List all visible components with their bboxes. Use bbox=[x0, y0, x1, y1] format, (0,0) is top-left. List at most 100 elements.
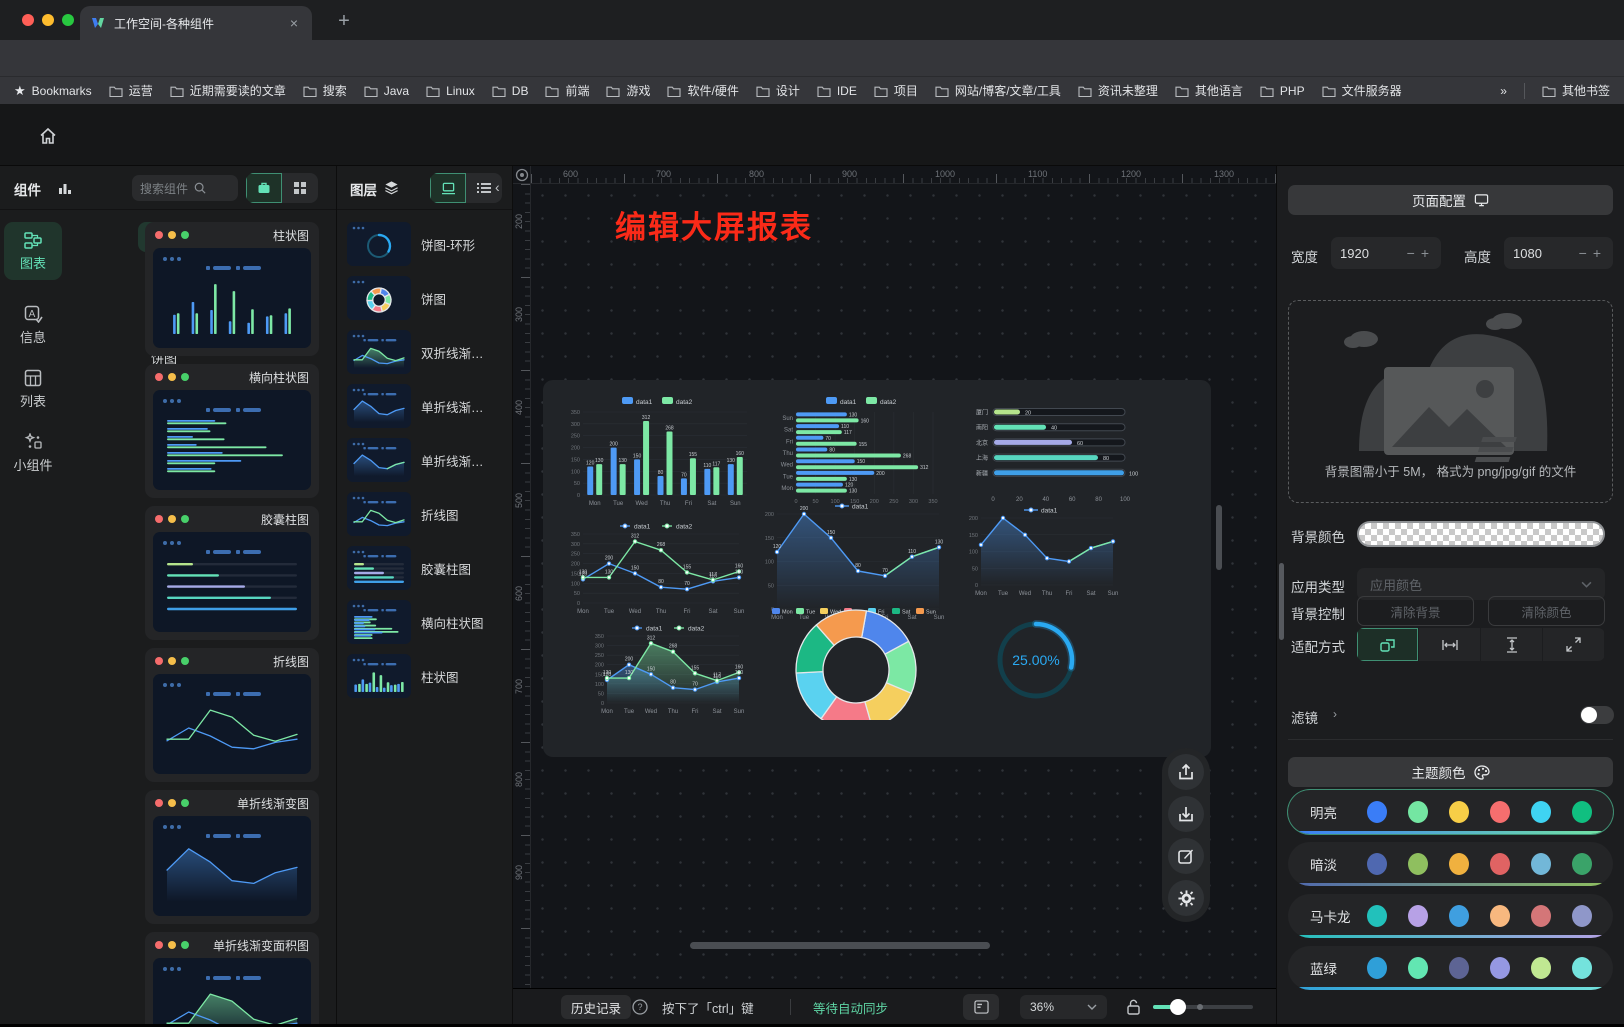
layer-item[interactable]: 单折线渐… bbox=[347, 438, 505, 482]
width-minus-button[interactable]: − bbox=[1404, 245, 1418, 261]
bookmark-folder[interactable]: Java bbox=[364, 82, 409, 99]
editor-canvas[interactable]: 编辑大屏报表 050100150200250300350Mon120130Tue… bbox=[513, 166, 1276, 1024]
page-config-button[interactable]: 页面配置 bbox=[1288, 185, 1613, 215]
chart-capsule[interactable]: 厦门20南阳40北京60上海80新疆100020406080100 bbox=[963, 398, 1141, 504]
bookmark-folder[interactable]: 资讯未整理 bbox=[1078, 82, 1158, 99]
height-plus-button[interactable]: + bbox=[1590, 245, 1604, 261]
bookmarks-root[interactable]: ★ Bookmarks bbox=[14, 83, 92, 99]
notes-panel-button[interactable] bbox=[963, 994, 999, 1020]
settings-button[interactable] bbox=[1168, 880, 1204, 916]
browser-tab[interactable]: 工作空间-各种组件 × bbox=[80, 6, 312, 40]
layers-thumbnail-view-button[interactable] bbox=[430, 173, 466, 203]
chart-double-line-gradient[interactable]: 050100150200250300350MonTueWedThuFriSatS… bbox=[587, 620, 749, 716]
component-card[interactable]: 胶囊柱图 bbox=[145, 506, 319, 640]
export-button[interactable] bbox=[1168, 754, 1204, 790]
layer-item[interactable]: 横向柱状图 bbox=[347, 600, 505, 644]
maximize-window-button[interactable] bbox=[62, 14, 74, 26]
sidebar-item-2[interactable]: A信息 bbox=[4, 296, 62, 354]
dashboard-preview[interactable]: 050100150200250300350Mon120130Tue200130W… bbox=[543, 380, 1211, 757]
component-card[interactable]: 单折线渐变面积图 bbox=[145, 932, 319, 1024]
layer-item[interactable]: 饼图 bbox=[347, 276, 505, 320]
bookmark-folder[interactable]: 近期需要读的文章 bbox=[170, 82, 286, 99]
ruler-corner[interactable] bbox=[513, 166, 531, 184]
help-icon[interactable]: ? bbox=[632, 995, 648, 1019]
minimize-window-button[interactable] bbox=[42, 14, 54, 26]
lock-icon[interactable] bbox=[1126, 995, 1141, 1019]
search-input[interactable]: 搜索组件 bbox=[132, 175, 238, 201]
background-upload-dropzone[interactable]: 背景图需小于 5M， 格式为 png/jpg/gif 的文件 bbox=[1288, 300, 1613, 503]
height-stepper[interactable]: 1080 − + bbox=[1504, 237, 1613, 269]
other-bookmarks[interactable]: 其他书签 bbox=[1542, 82, 1610, 99]
zoom-slider-knob[interactable] bbox=[1170, 999, 1186, 1015]
chart-ring-progress[interactable]: 25.00% bbox=[983, 608, 1089, 704]
filter-expand-chevron[interactable]: › bbox=[1333, 707, 1337, 721]
canvas-title-text[interactable]: 编辑大屏报表 bbox=[615, 202, 813, 247]
bookmark-folder[interactable]: Linux bbox=[426, 82, 475, 99]
chart-pie[interactable]: MonTueWedThuFriSatSun bbox=[763, 604, 949, 720]
layer-item[interactable]: 双折线渐… bbox=[347, 330, 505, 374]
chart-single-line-gradient-2[interactable]: 050100150200MonTueWedThuFriSatSundata1 bbox=[961, 502, 1123, 598]
grid-view-toggle-button[interactable] bbox=[282, 173, 318, 203]
bookmark-folder[interactable]: 文件服务器 bbox=[1322, 82, 1402, 99]
bookmark-folder[interactable]: 运营 bbox=[109, 82, 153, 99]
fit-auto-button[interactable] bbox=[1357, 628, 1419, 661]
width-stepper[interactable]: 1920 − + bbox=[1331, 237, 1441, 269]
filter-toggle[interactable] bbox=[1580, 706, 1614, 724]
bookmark-folder[interactable]: 其他语言 bbox=[1175, 82, 1243, 99]
bookmark-folder[interactable]: 搜索 bbox=[303, 82, 347, 99]
bookmark-folder[interactable]: 前端 bbox=[545, 82, 589, 99]
collapse-layers-icon[interactable]: ‹ bbox=[495, 179, 500, 195]
bookmark-folder[interactable]: 游戏 bbox=[606, 82, 650, 99]
bookmark-folder[interactable]: PHP bbox=[1260, 82, 1305, 99]
component-card[interactable]: 单折线渐变图 bbox=[145, 790, 319, 924]
bg-color-swatch[interactable] bbox=[1357, 521, 1605, 547]
clear-color-button[interactable]: 清除颜色 bbox=[1488, 596, 1605, 626]
width-plus-button[interactable]: + bbox=[1418, 245, 1432, 261]
theme-row-4[interactable]: 蓝绿 bbox=[1288, 946, 1613, 990]
layer-label: 饼图 bbox=[421, 289, 446, 308]
component-card[interactable]: 横向柱状图 bbox=[145, 364, 319, 498]
bookmark-folder[interactable]: 网站/博客/文章/工具 bbox=[935, 82, 1061, 99]
chart-horizontal-bar[interactable]: 050100150200250300350Sun130160Sat110117F… bbox=[771, 394, 953, 506]
layer-item[interactable]: 折线图 bbox=[347, 492, 505, 536]
close-window-button[interactable] bbox=[22, 14, 34, 26]
theme-row-3[interactable]: 马卡龙 bbox=[1288, 894, 1613, 938]
tab-close-icon[interactable]: × bbox=[286, 15, 302, 31]
zoom-slider[interactable] bbox=[1153, 1005, 1253, 1009]
bookmark-folder[interactable]: IDE bbox=[817, 82, 857, 99]
height-minus-button[interactable]: − bbox=[1576, 245, 1590, 261]
bookmark-folder[interactable]: 设计 bbox=[756, 82, 800, 99]
history-button[interactable]: 历史记录 bbox=[561, 995, 631, 1019]
sidebar-item-4[interactable]: 小组件 bbox=[4, 424, 62, 482]
clear-background-button[interactable]: 清除背景 bbox=[1357, 596, 1474, 626]
theme-row-1[interactable]: 明亮 bbox=[1288, 790, 1613, 834]
chart-line[interactable]: 050100150200250300350MonTueWedThuFriSatS… bbox=[563, 518, 749, 616]
sidebar-item-3[interactable]: 列表 bbox=[4, 360, 62, 418]
layer-item[interactable]: 胶囊柱图 bbox=[347, 546, 505, 590]
component-card[interactable]: 柱状图 bbox=[145, 222, 319, 356]
bookmark-folder[interactable]: 项目 bbox=[874, 82, 918, 99]
bookmark-folder[interactable]: DB bbox=[492, 82, 529, 99]
component-card[interactable]: 折线图 bbox=[145, 648, 319, 782]
theme-color-button[interactable]: 主题颜色 bbox=[1288, 757, 1613, 787]
sidebar-item-1[interactable]: 图表 bbox=[4, 222, 62, 280]
canvas-horizontal-scrollbar[interactable] bbox=[690, 942, 990, 949]
fit-width-button[interactable] bbox=[1419, 628, 1481, 661]
new-tab-button[interactable]: + bbox=[330, 8, 358, 36]
bookmarks-overflow[interactable]: » bbox=[1500, 84, 1507, 98]
zoom-select[interactable]: 36% bbox=[1020, 995, 1107, 1019]
edit-button[interactable] bbox=[1168, 838, 1204, 874]
theme-row-2[interactable]: 暗淡 bbox=[1288, 842, 1613, 886]
settings-scrollbar[interactable] bbox=[1279, 563, 1284, 640]
fit-stretch-button[interactable] bbox=[1543, 628, 1605, 661]
app-home-icon[interactable] bbox=[38, 126, 58, 146]
canvas-vertical-scrollbar[interactable] bbox=[1216, 505, 1222, 570]
layer-item[interactable]: 饼图-环形 bbox=[347, 222, 505, 266]
layer-item[interactable]: 柱状图 bbox=[347, 654, 505, 698]
bookmark-folder[interactable]: 软件/硬件 bbox=[667, 82, 738, 99]
single-view-toggle-button[interactable] bbox=[246, 173, 282, 203]
layer-item[interactable]: 单折线渐… bbox=[347, 384, 505, 428]
chart-bar[interactable]: 050100150200250300350Mon120130Tue200130W… bbox=[563, 394, 753, 508]
fit-height-button[interactable] bbox=[1481, 628, 1543, 661]
import-button[interactable] bbox=[1168, 796, 1204, 832]
